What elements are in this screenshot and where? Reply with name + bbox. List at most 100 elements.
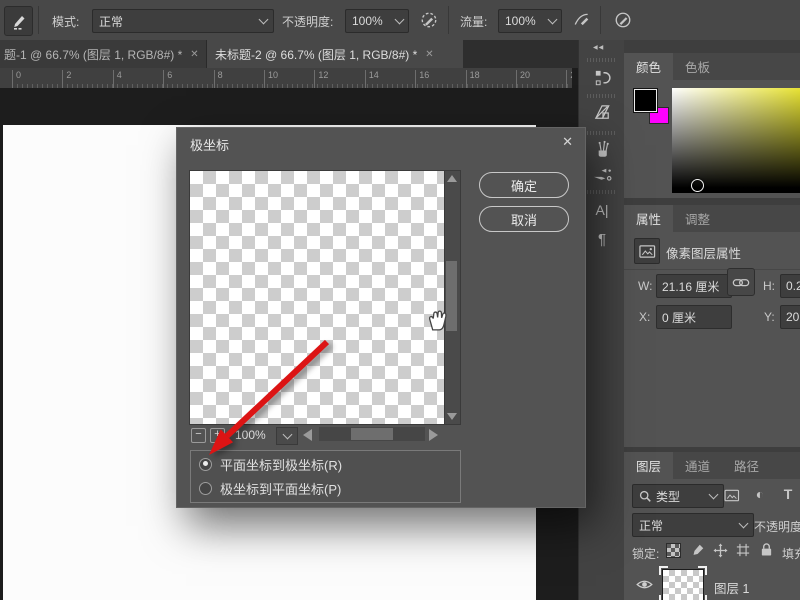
tab-properties[interactable]: 属性 — [624, 205, 674, 232]
opacity-dropdown-button[interactable] — [390, 9, 409, 33]
ok-button[interactable]: 确定 — [479, 172, 569, 198]
pixel-layer-icon — [634, 238, 660, 264]
ruler-tick: 0 — [12, 70, 21, 88]
tab-color[interactable]: 颜色 — [624, 53, 674, 80]
lock-artboard-icon[interactable] — [735, 542, 751, 558]
filter-type-layers-icon[interactable]: T — [780, 486, 796, 502]
panel-gap — [624, 198, 800, 205]
selection-corner — [698, 566, 707, 575]
cancel-button[interactable]: 取消 — [479, 206, 569, 232]
panel-grip[interactable] — [587, 131, 617, 135]
y-value: 20.8 — [786, 310, 800, 324]
blend-mode-select[interactable]: 正常 — [632, 513, 754, 537]
tab-adjustments[interactable]: 调整 — [673, 205, 722, 232]
close-icon[interactable]: ✕ — [562, 134, 573, 150]
tab-swatches[interactable]: 色板 — [673, 53, 722, 80]
width-value: 21.16 厘米 — [662, 279, 720, 294]
chevron-down-icon — [738, 518, 749, 529]
layer-row[interactable]: 图层 1 — [624, 566, 800, 600]
collapse-panels-icon[interactable]: ◀◀ — [593, 44, 604, 51]
photoshop-window: 模式: 正常 不透明度: 100% 流量: 100% 题-1 @ 66.7% (… — [0, 0, 800, 600]
ruler-tick: 6 — [163, 70, 172, 88]
layer-name[interactable]: 图层 1 — [714, 578, 749, 597]
layer-thumbnail-wrap[interactable] — [659, 566, 707, 600]
width-field[interactable]: 21.16 厘米 — [656, 274, 732, 298]
brushes-panel-icon[interactable] — [590, 138, 614, 162]
scroll-down-icon[interactable] — [447, 413, 457, 420]
flow-airbrush-icon[interactable] — [573, 11, 591, 29]
width-label: W: — [638, 279, 653, 293]
document-tab-2-label: 未标题-2 @ 66.7% (图层 1, RGB/8#) * — [215, 47, 418, 62]
dialog-title: 极坐标 — [190, 138, 230, 153]
selection-corner — [698, 595, 707, 600]
filter-adjustment-layers-icon[interactable]: ◐ — [752, 486, 768, 502]
option-polar-to-rect-label: 极坐标到平面坐标(P) — [220, 481, 342, 497]
option-polar-to-rect[interactable]: 极坐标到平面坐标(P) — [199, 476, 341, 500]
chevron-down-icon — [258, 14, 269, 25]
horizontal-scroll-thumb[interactable] — [351, 428, 393, 440]
tab-layers[interactable]: 图层 — [624, 452, 674, 479]
document-tab-bar: 题-1 @ 66.7% (图层 1, RGB/8#) * ✕ 未标题-2 @ 6… — [0, 40, 578, 68]
color-picker-field[interactable] — [672, 88, 800, 193]
tab-paths[interactable]: 路径 — [722, 452, 771, 479]
panel-grip[interactable] — [587, 58, 617, 62]
height-field[interactable]: 0.2 — [780, 274, 800, 298]
ruler-tick: 8 — [213, 70, 223, 88]
opacity-airbrush-icon[interactable] — [420, 11, 438, 29]
document-tab-2[interactable]: 未标题-2 @ 66.7% (图层 1, RGB/8#) * ✕ — [207, 40, 463, 68]
y-field[interactable]: 20.8 — [780, 305, 800, 329]
clone-source-panel-icon[interactable] — [590, 100, 614, 124]
panel-grip[interactable] — [587, 190, 617, 194]
annotation-arrow — [209, 339, 330, 455]
lock-pixels-icon[interactable] — [690, 542, 706, 558]
scroll-right-icon[interactable] — [429, 429, 438, 441]
lock-all-icon[interactable] — [758, 541, 774, 557]
lock-position-icon[interactable] — [712, 542, 728, 558]
filter-pixel-layers-icon[interactable] — [724, 487, 740, 503]
layer-filter-select[interactable]: 类型 — [632, 484, 724, 508]
layer-opacity-label: 不透明度 — [754, 520, 800, 534]
character-panel-icon[interactable]: A| — [590, 198, 614, 222]
scroll-up-icon[interactable] — [447, 175, 457, 182]
color-picker-cursor[interactable] — [691, 179, 704, 192]
foreground-color-swatch[interactable] — [633, 88, 658, 113]
document-tab-1-label: 题-1 @ 66.7% (图层 1, RGB/8#) * — [4, 47, 183, 62]
layer-visibility-eye-icon[interactable] — [636, 579, 653, 590]
x-value: 0 厘米 — [662, 310, 697, 325]
paragraph-panel-icon[interactable]: ¶ — [590, 227, 614, 251]
ruler-tick: 22 — [566, 70, 572, 88]
properties-panel-body: 像素图层属性 W: 21.16 厘米 H: 0.2 X: 0 厘米 Y: 20.… — [624, 232, 800, 447]
close-icon[interactable]: ✕ — [190, 49, 198, 60]
right-panel-column: 颜色 色板 属性 调整 像素图层属性 W: 21.16 厘米 H: 0. X: … — [624, 40, 800, 600]
x-field[interactable]: 0 厘米 — [656, 305, 732, 329]
color-panel-body — [624, 80, 800, 198]
flow-dropdown-button[interactable] — [543, 9, 562, 33]
link-dimensions-button[interactable] — [727, 268, 755, 296]
mode-select[interactable]: 正常 — [92, 9, 274, 33]
document-tab-1[interactable]: 题-1 @ 66.7% (图层 1, RGB/8#) * ✕ — [0, 40, 207, 68]
ruler-tick: 18 — [465, 70, 480, 88]
x-label: X: — [639, 310, 651, 324]
tab-channels[interactable]: 通道 — [673, 452, 722, 479]
smoothing-icon[interactable] — [614, 11, 632, 29]
brush-settings-panel-icon[interactable] — [590, 162, 614, 186]
lock-transparency-icon[interactable] — [666, 543, 681, 558]
preview-vertical-scrollbar[interactable] — [444, 170, 461, 425]
selection-corner — [659, 595, 668, 600]
horizontal-ruler: 0 2 4 6 8 10 12 14 16 18 20 22 — [0, 68, 572, 89]
blend-mode-value: 正常 — [639, 518, 664, 533]
radio-unselected-icon[interactable] — [199, 481, 212, 495]
y-label: Y: — [764, 310, 775, 324]
height-label: H: — [763, 279, 775, 293]
panel-grip[interactable] — [587, 94, 617, 98]
tool-preset-button[interactable] — [4, 6, 33, 36]
history-panel-icon[interactable] — [590, 66, 614, 90]
options-bar: 模式: 正常 不透明度: 100% 流量: 100% — [0, 0, 800, 41]
ruler-tick: 12 — [314, 70, 328, 88]
ruler-tick: 16 — [415, 70, 429, 88]
search-icon — [639, 490, 651, 502]
flow-label: 流量: — [460, 15, 488, 29]
close-icon[interactable]: ✕ — [425, 49, 433, 60]
hand-cursor-icon — [428, 310, 447, 331]
chevron-down-icon — [547, 14, 557, 25]
